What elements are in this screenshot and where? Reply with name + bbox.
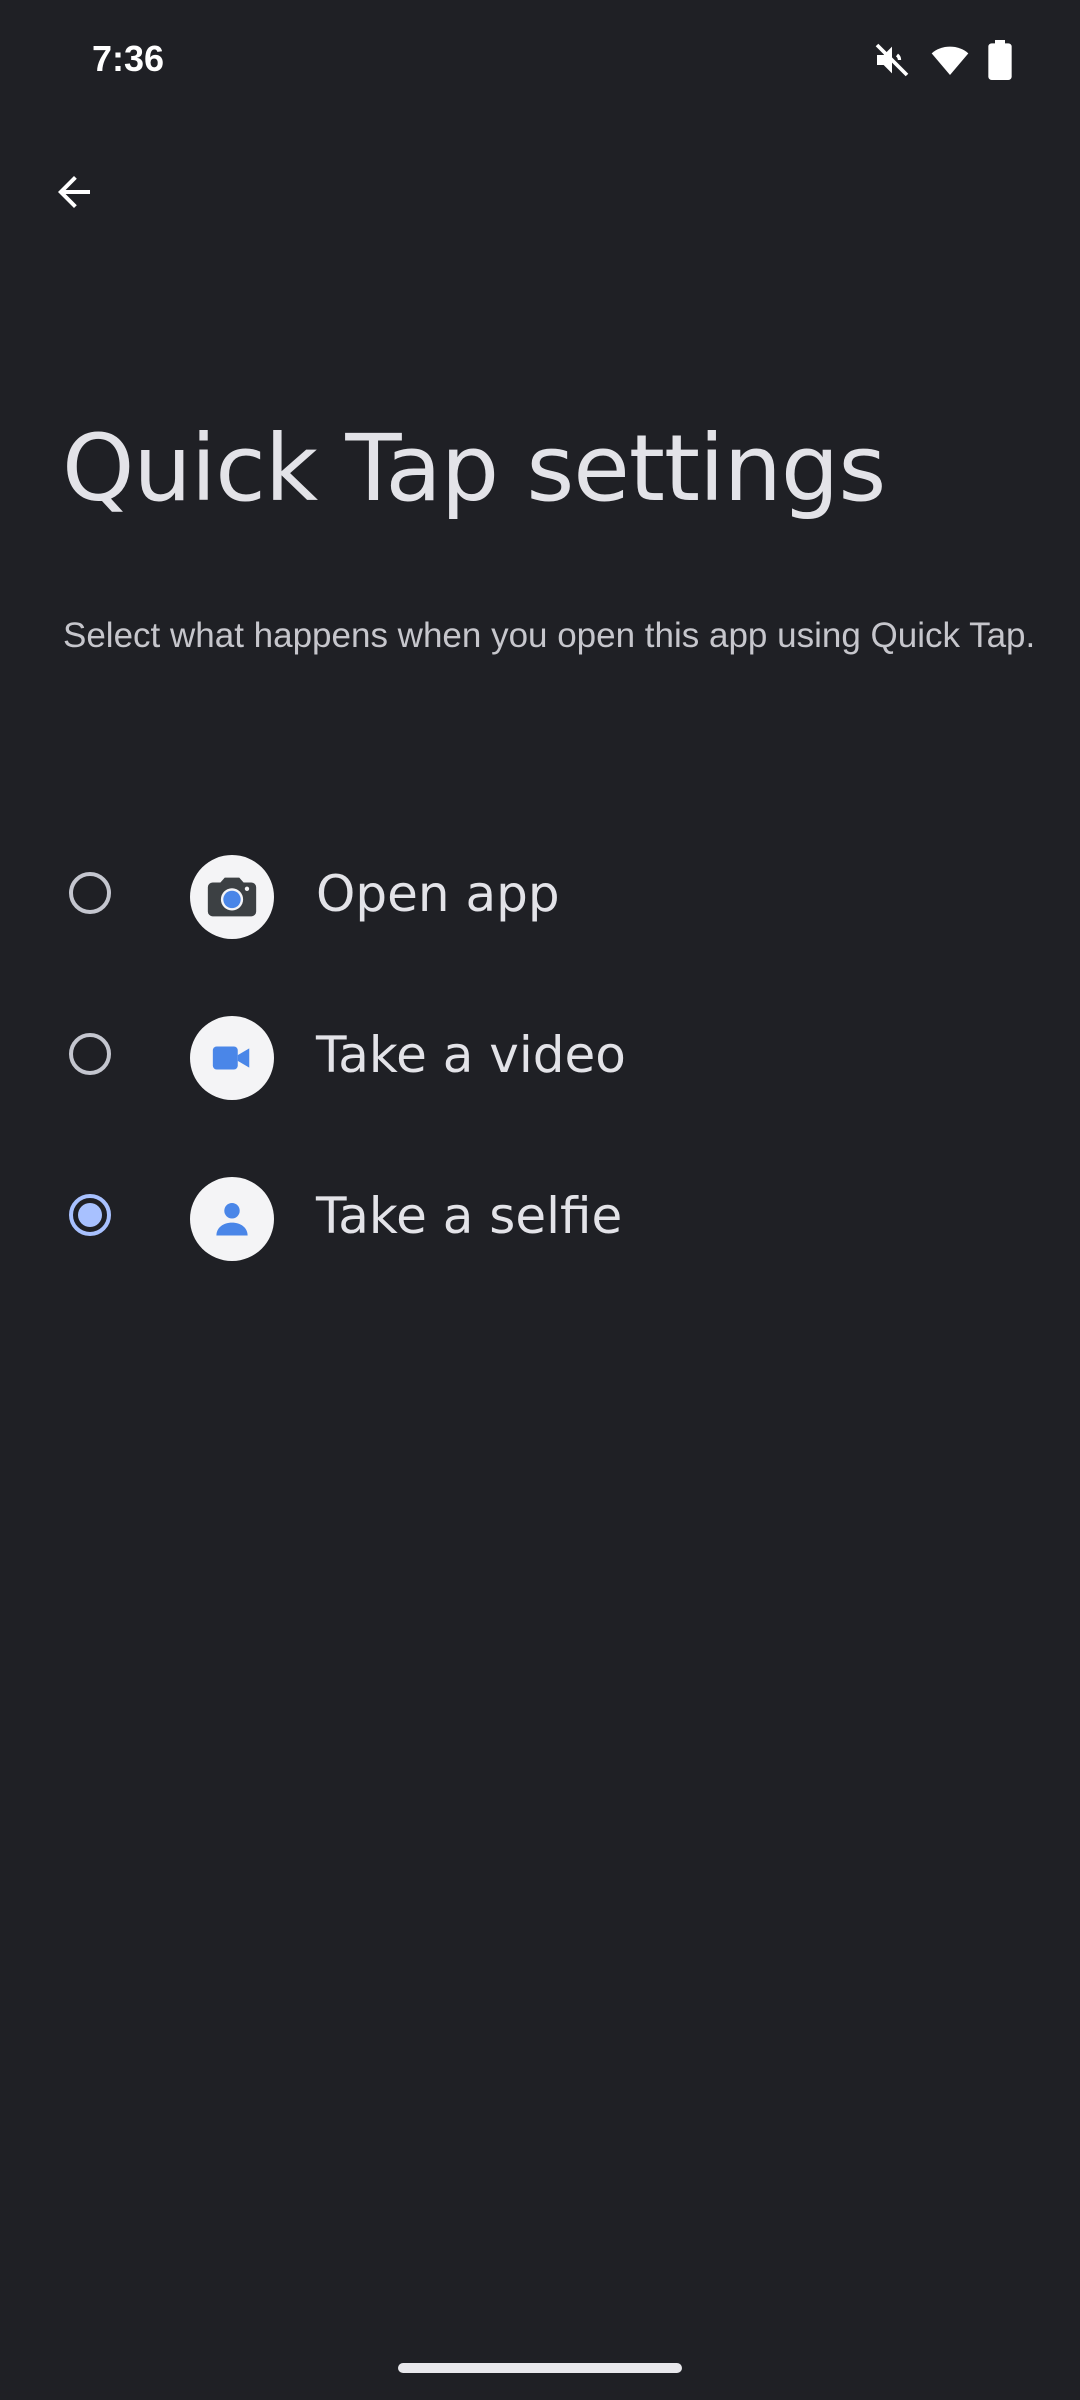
radio-button-selected[interactable] bbox=[69, 1194, 111, 1236]
radio-button[interactable] bbox=[69, 872, 111, 914]
status-time: 7:36 bbox=[92, 38, 165, 79]
radio-button[interactable] bbox=[69, 1033, 111, 1075]
mute-icon bbox=[872, 40, 912, 80]
option-take-selfie[interactable]: Take a selfie bbox=[0, 1160, 1080, 1321]
person-icon bbox=[190, 1177, 274, 1261]
wifi-icon bbox=[930, 40, 970, 80]
quick-tap-options: Open app Take a video Take a selfie bbox=[0, 838, 1080, 1321]
arrow-left-icon bbox=[50, 168, 98, 220]
battery-icon bbox=[988, 40, 1012, 80]
option-take-video[interactable]: Take a video bbox=[0, 999, 1080, 1160]
option-open-app[interactable]: Open app bbox=[0, 838, 1080, 999]
option-label: Take a selfie bbox=[316, 1187, 623, 1245]
page-subtitle: Select what happens when you open this a… bbox=[63, 616, 1036, 655]
option-label: Open app bbox=[316, 865, 560, 923]
camera-icon bbox=[190, 855, 274, 939]
back-button[interactable] bbox=[30, 150, 118, 238]
page-title: Quick Tap settings bbox=[62, 415, 886, 522]
option-label: Take a video bbox=[316, 1026, 626, 1084]
status-icons bbox=[872, 40, 1012, 80]
status-bar: 7:36 bbox=[0, 0, 1080, 120]
video-icon bbox=[190, 1016, 274, 1100]
home-indicator[interactable] bbox=[398, 2363, 682, 2373]
